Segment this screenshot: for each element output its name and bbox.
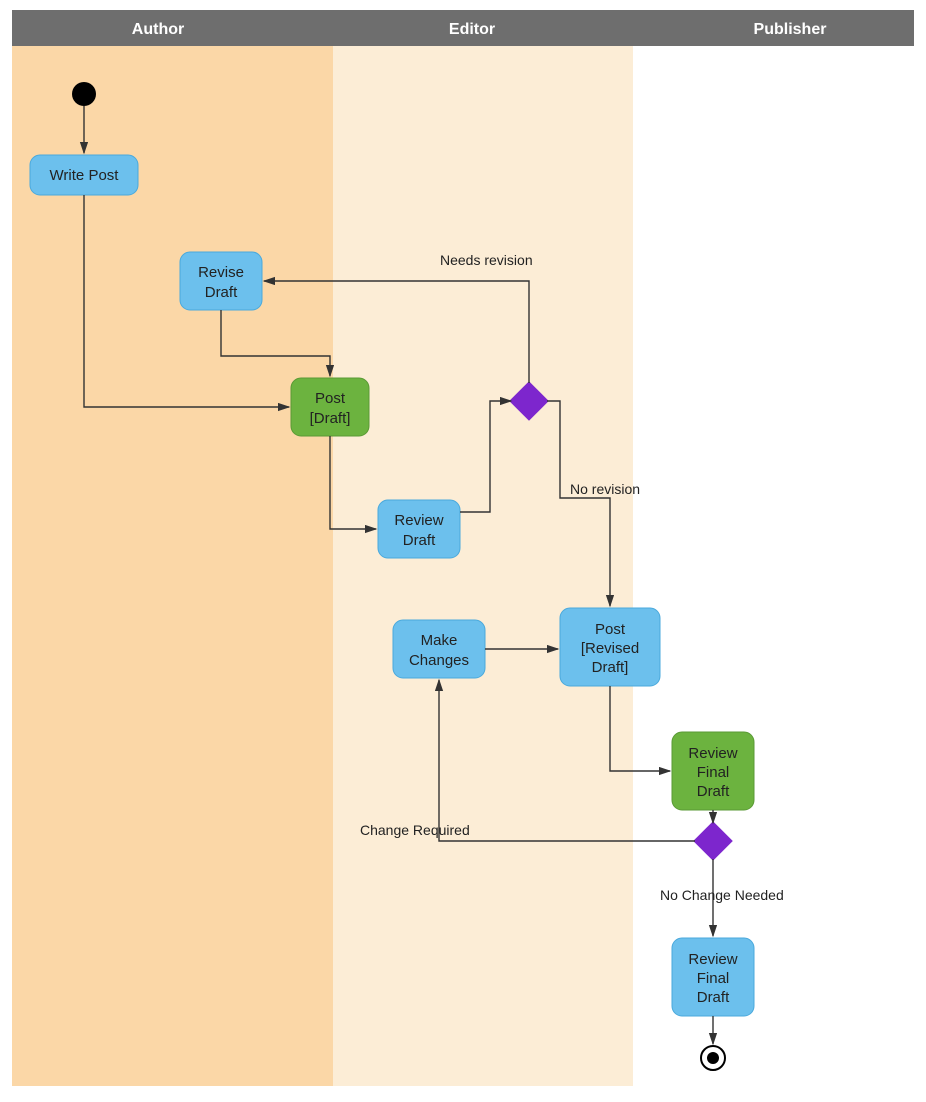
node-make-changes-l1: Make (421, 632, 458, 649)
node-post-revised-l1: Post (595, 621, 626, 638)
node-review-final2-l3: Draft (697, 989, 730, 1006)
edge-no-change-needed-label: No Change Needed (660, 887, 784, 903)
lane-editor-bg (333, 46, 633, 1086)
edge-no-revision-label: No revision (570, 481, 640, 497)
node-post-revised: Post [Revised Draft] (560, 608, 660, 686)
node-write-post: Write Post (30, 155, 138, 195)
node-review-final-l1: Review (688, 745, 737, 762)
start-node (72, 82, 96, 106)
node-post-revised-l3: Draft] (592, 659, 629, 676)
lane-author-title: Author (132, 21, 184, 38)
activity-diagram: Author Editor Publisher Write Post Revis… (0, 0, 926, 1102)
node-review-final-l3: Draft (697, 783, 730, 800)
node-make-changes-l2: Changes (409, 652, 469, 669)
node-make-changes: Make Changes (393, 620, 485, 678)
node-review-final-l2: Final (697, 764, 730, 781)
node-revise-draft: Revise Draft (180, 252, 262, 310)
edge-change-required-label: Change Required (360, 822, 470, 838)
node-review-final2-l1: Review (688, 951, 737, 968)
node-write-post-label: Write Post (50, 167, 120, 184)
node-review-draft-l1: Review (394, 512, 443, 529)
node-review-final: Review Final Draft (672, 732, 754, 810)
node-review-final-2: Review Final Draft (672, 938, 754, 1016)
lane-publisher-title: Publisher (754, 21, 827, 38)
node-review-draft-l2: Draft (403, 532, 436, 549)
node-post-revised-l2: [Revised (581, 640, 639, 657)
node-revise-draft-l2: Draft (205, 284, 238, 301)
lane-publisher-bg (633, 46, 914, 1086)
node-post-draft-l1: Post (315, 390, 346, 407)
node-review-draft: Review Draft (378, 500, 460, 558)
lane-editor-title: Editor (449, 21, 495, 38)
edge-needs-revision-label: Needs revision (440, 252, 533, 268)
node-revise-draft-l1: Revise (198, 264, 244, 281)
node-review-final2-l2: Final (697, 970, 730, 987)
node-post-draft: Post [Draft] (291, 378, 369, 436)
node-post-draft-l2: [Draft] (310, 410, 351, 427)
lane-author-bg (12, 46, 333, 1086)
